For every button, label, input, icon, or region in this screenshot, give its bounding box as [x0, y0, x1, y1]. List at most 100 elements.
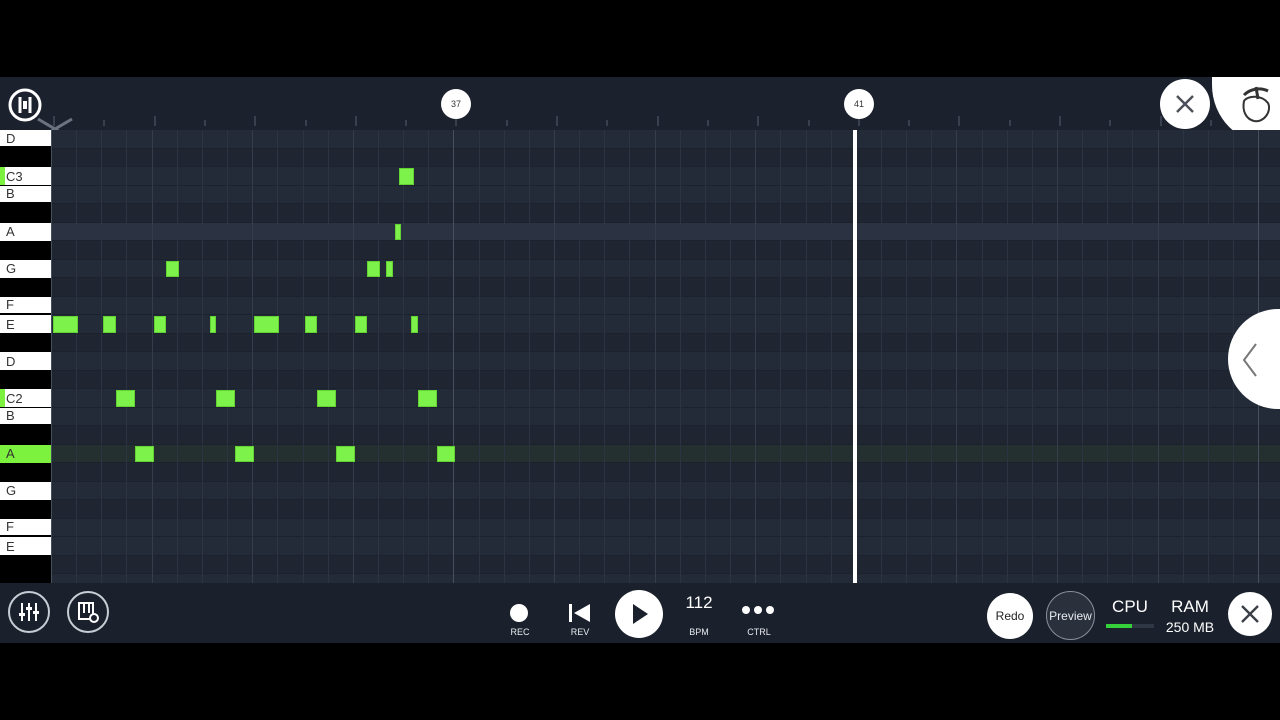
piano-key[interactable]: E [0, 315, 51, 333]
mixer-button[interactable] [8, 591, 50, 633]
ctrl-button[interactable] [742, 606, 774, 614]
note-block[interactable] [235, 445, 255, 462]
piano-key[interactable]: C2 [0, 389, 51, 407]
grid-row [51, 518, 1280, 537]
note-block[interactable] [395, 223, 402, 240]
note-block[interactable] [398, 168, 414, 185]
note-block[interactable] [436, 445, 456, 462]
close-piano-roll-button[interactable] [1160, 79, 1210, 129]
rewind-button[interactable] [568, 602, 592, 624]
note-block[interactable] [210, 316, 217, 333]
grid-line [604, 130, 606, 583]
note-block[interactable] [417, 390, 437, 407]
piano-keyboard[interactable]: D C3 B A G F E D C2 B A G F E [0, 130, 51, 583]
note-block[interactable] [335, 445, 355, 462]
piano-key[interactable]: G [0, 259, 51, 278]
grid-line [76, 130, 78, 583]
grid-line [1107, 130, 1109, 583]
grid-line [227, 130, 229, 583]
note-block[interactable] [411, 316, 418, 333]
bar-marker-37[interactable]: 37 [441, 89, 471, 119]
grid-line [679, 130, 681, 583]
grid-line [1132, 130, 1134, 583]
timeline-ruler[interactable]: 37 41 [0, 77, 1280, 145]
redo-button[interactable]: Redo [987, 593, 1033, 639]
piano-key-label: A [6, 224, 15, 239]
note-block[interactable] [354, 316, 368, 333]
piano-key[interactable]: D [0, 130, 51, 146]
piano-key[interactable]: F [0, 296, 51, 313]
piano-key[interactable]: A [0, 444, 51, 463]
timeline-tick [354, 116, 357, 126]
timeline-tick [254, 116, 257, 126]
timeline-tick [807, 120, 810, 126]
piano-key-label: G [6, 261, 17, 276]
grid-row [51, 315, 1280, 334]
piano-roll-settings-button[interactable] [67, 591, 109, 633]
grid-row [51, 426, 1280, 445]
close-icon [1241, 605, 1259, 623]
playhead[interactable] [853, 130, 857, 583]
piano-key-label: B [6, 186, 15, 201]
note-block[interactable] [317, 390, 336, 407]
piano-key-label: G [6, 483, 17, 498]
grid-line [252, 130, 254, 583]
piano-key[interactable]: E [0, 537, 51, 555]
bpm-value[interactable]: 112 [674, 593, 724, 613]
play-button[interactable] [615, 590, 663, 638]
piano-key[interactable]: F [0, 518, 51, 535]
record-button[interactable] [510, 604, 528, 622]
grid-line [176, 130, 178, 583]
grid-line [805, 130, 807, 583]
note-block[interactable] [254, 316, 280, 333]
piano-key[interactable]: G [0, 481, 51, 500]
timeline-tick [505, 120, 508, 126]
fruit-logo-icon [1242, 86, 1270, 123]
piano-key[interactable]: B [0, 185, 51, 202]
note-block[interactable] [216, 390, 236, 407]
note-block[interactable] [134, 445, 154, 462]
bar-marker-41[interactable]: 41 [844, 89, 874, 119]
ctrl-label: CTRL [747, 627, 771, 637]
note-block[interactable] [53, 316, 79, 333]
grid-row [51, 370, 1280, 389]
grid-line [51, 130, 52, 583]
note-block[interactable] [367, 260, 380, 277]
grid-row [51, 555, 1280, 574]
grid-line [880, 130, 882, 583]
timeline-tick [304, 120, 307, 126]
timeline-tick [706, 120, 709, 126]
note-grid[interactable] [51, 130, 1280, 583]
piano-key[interactable]: A [0, 222, 51, 241]
grid-line [151, 130, 153, 583]
note-block[interactable] [304, 316, 318, 333]
grid-row [51, 352, 1280, 371]
piano-key[interactable]: D [0, 352, 51, 370]
grid-line [931, 130, 933, 583]
grid-row [51, 278, 1280, 297]
preview-button[interactable]: Preview [1046, 591, 1095, 640]
piano-key[interactable]: C3 [0, 167, 51, 185]
timeline-tick [103, 120, 106, 126]
grid-line [377, 130, 379, 583]
note-block[interactable] [166, 260, 179, 277]
grid-row [51, 167, 1280, 186]
grid-line [1031, 130, 1033, 583]
grid-line [478, 130, 480, 583]
grid-line [428, 130, 430, 583]
piano-key[interactable]: B [0, 407, 51, 424]
grid-row [51, 407, 1280, 426]
grid-line [503, 130, 505, 583]
grid-row [51, 574, 1280, 583]
grid-line [126, 130, 128, 583]
grid-line [327, 130, 329, 583]
note-block[interactable] [386, 260, 393, 277]
note-block[interactable] [115, 390, 135, 407]
note-block[interactable] [103, 316, 116, 333]
grid-line [830, 130, 832, 583]
grid-row [51, 204, 1280, 223]
note-block[interactable] [153, 316, 167, 333]
grid-line [1182, 130, 1184, 583]
grid-line [780, 130, 782, 583]
close-window-button[interactable] [1228, 592, 1272, 636]
